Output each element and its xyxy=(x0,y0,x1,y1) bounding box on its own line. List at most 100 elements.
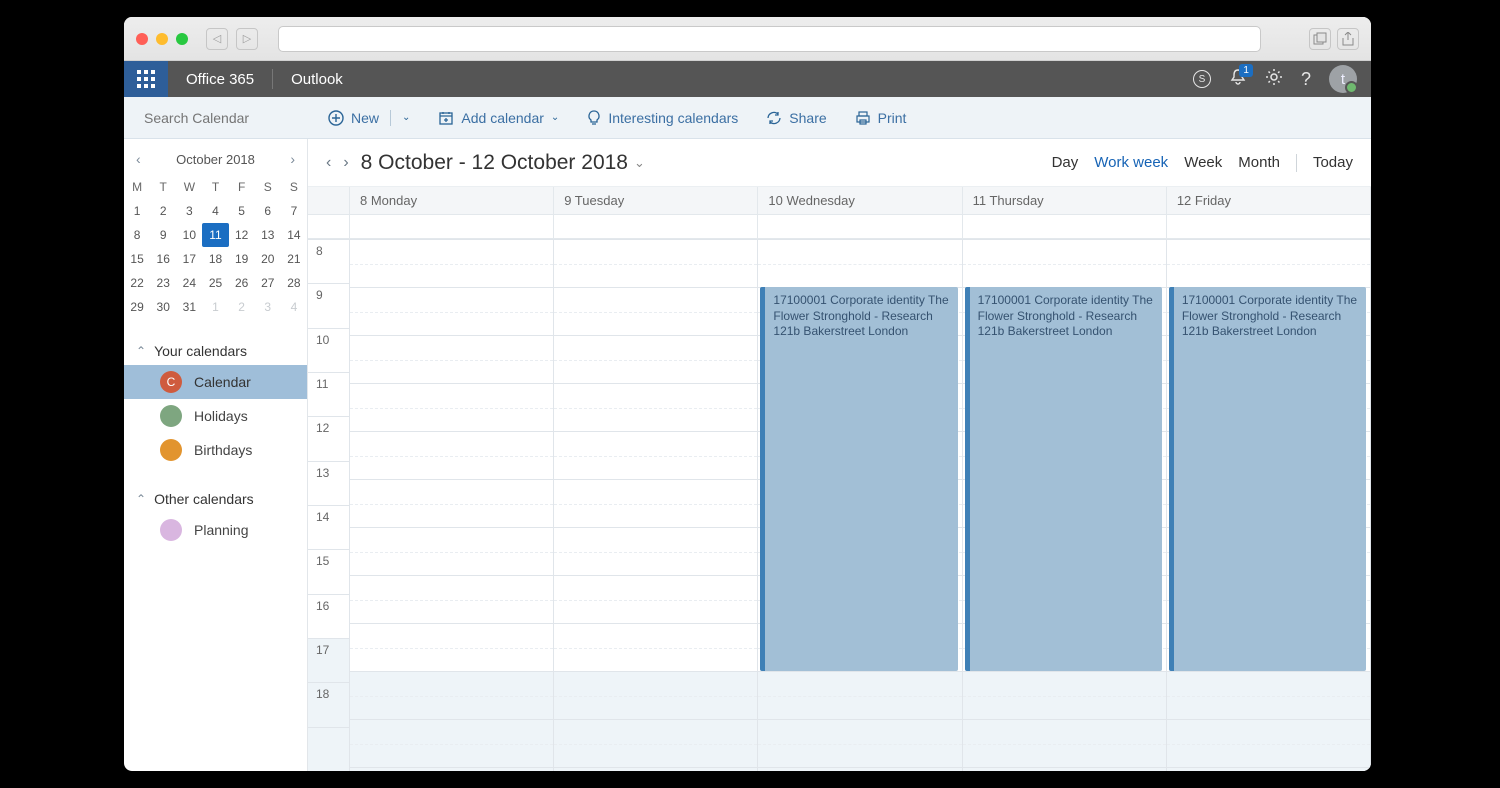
view-day[interactable]: Day xyxy=(1052,154,1079,171)
day-header[interactable]: 11 Thursday xyxy=(963,187,1167,214)
prev-range-button[interactable]: ‹ xyxy=(326,154,331,172)
app-launcher-button[interactable] xyxy=(124,61,168,97)
time-slot[interactable] xyxy=(350,335,553,383)
notifications-button[interactable]: 1 xyxy=(1229,68,1247,90)
day-column[interactable]: 17100001 Corporate identity The Flower S… xyxy=(963,239,1167,771)
time-slot[interactable] xyxy=(350,431,553,479)
time-slot[interactable] xyxy=(554,239,757,287)
calendar-event[interactable]: 17100001 Corporate identity The Flower S… xyxy=(760,287,957,671)
browser-back-button[interactable]: ◁ xyxy=(206,28,228,50)
time-slot[interactable] xyxy=(963,671,1166,719)
share-icon[interactable] xyxy=(1337,28,1359,50)
search-input[interactable] xyxy=(144,110,325,126)
your-calendars-header[interactable]: ⌃ Your calendars xyxy=(124,337,307,365)
print-button[interactable]: Print xyxy=(855,110,907,126)
time-slot[interactable] xyxy=(350,383,553,431)
view-today[interactable]: Today xyxy=(1313,154,1353,171)
time-slot[interactable] xyxy=(758,767,961,771)
prev-month-button[interactable]: ‹ xyxy=(136,151,141,167)
allday-cell[interactable] xyxy=(963,215,1167,239)
calendar-item[interactable]: Birthdays xyxy=(124,433,307,467)
mini-day-cell[interactable]: 10 xyxy=(176,223,202,247)
help-button[interactable]: ? xyxy=(1301,69,1311,90)
mini-day-cell[interactable]: 30 xyxy=(150,295,176,319)
mini-day-cell[interactable]: 9 xyxy=(150,223,176,247)
day-header[interactable]: 8 Monday xyxy=(350,187,554,214)
mini-day-cell[interactable]: 25 xyxy=(202,271,228,295)
mini-day-cell[interactable]: 1 xyxy=(124,199,150,223)
time-slot[interactable] xyxy=(554,767,757,771)
mini-day-cell[interactable]: 22 xyxy=(124,271,150,295)
mini-day-cell[interactable]: 15 xyxy=(124,247,150,271)
calendar-item[interactable]: CCalendar xyxy=(124,365,307,399)
mini-day-cell[interactable]: 3 xyxy=(176,199,202,223)
time-grid[interactable]: 89101112131415161718 17100001 Corporate … xyxy=(308,239,1371,771)
mini-day-cell[interactable]: 31 xyxy=(176,295,202,319)
time-slot[interactable] xyxy=(350,479,553,527)
time-slot[interactable] xyxy=(350,623,553,671)
day-column[interactable] xyxy=(554,239,758,771)
time-slot[interactable] xyxy=(554,719,757,767)
time-slot[interactable] xyxy=(554,431,757,479)
time-slot[interactable] xyxy=(554,527,757,575)
day-header[interactable]: 9 Tuesday xyxy=(554,187,758,214)
view-week[interactable]: Week xyxy=(1184,154,1222,171)
settings-button[interactable] xyxy=(1265,68,1283,90)
browser-forward-button[interactable]: ▷ xyxy=(236,28,258,50)
allday-cell[interactable] xyxy=(554,215,758,239)
time-slot[interactable] xyxy=(554,671,757,719)
view-month[interactable]: Month xyxy=(1238,154,1280,171)
allday-cell[interactable] xyxy=(1167,215,1371,239)
time-slot[interactable] xyxy=(350,575,553,623)
mini-day-cell[interactable]: 29 xyxy=(124,295,150,319)
mini-day-cell[interactable]: 19 xyxy=(229,247,255,271)
add-calendar-button[interactable]: Add calendar ⌄ xyxy=(438,110,559,126)
time-slot[interactable] xyxy=(1167,671,1370,719)
time-slot[interactable] xyxy=(758,671,961,719)
mini-day-cell[interactable]: 13 xyxy=(255,223,281,247)
next-month-button[interactable]: › xyxy=(290,151,295,167)
day-column[interactable]: 17100001 Corporate identity The Flower S… xyxy=(1167,239,1371,771)
mini-day-cell[interactable]: 5 xyxy=(229,199,255,223)
time-slot[interactable] xyxy=(554,479,757,527)
time-slot[interactable] xyxy=(758,719,961,767)
day-column[interactable] xyxy=(350,239,554,771)
day-column[interactable]: 17100001 Corporate identity The Flower S… xyxy=(758,239,962,771)
allday-cell[interactable] xyxy=(758,215,962,239)
mini-day-cell[interactable]: 4 xyxy=(202,199,228,223)
time-slot[interactable] xyxy=(350,287,553,335)
time-slot[interactable] xyxy=(554,335,757,383)
other-calendars-header[interactable]: ⌃ Other calendars xyxy=(124,485,307,513)
day-header[interactable]: 12 Friday xyxy=(1167,187,1371,214)
range-title-dropdown[interactable]: 8 October - 12 October 2018 ⌄ xyxy=(361,151,645,175)
brand-outlook[interactable]: Outlook xyxy=(291,71,343,88)
mini-day-cell[interactable]: 2 xyxy=(229,295,255,319)
mini-day-cell[interactable]: 2 xyxy=(150,199,176,223)
calendar-event[interactable]: 17100001 Corporate identity The Flower S… xyxy=(965,287,1162,671)
time-slot[interactable] xyxy=(963,767,1166,771)
mini-day-cell[interactable]: 14 xyxy=(281,223,307,247)
time-slot[interactable] xyxy=(350,767,553,771)
interesting-calendars-button[interactable]: Interesting calendars xyxy=(587,110,738,126)
tabs-icon[interactable] xyxy=(1309,28,1331,50)
new-button[interactable]: New ⌄ xyxy=(328,110,410,126)
share-button[interactable]: Share xyxy=(766,110,826,126)
time-slot[interactable] xyxy=(963,239,1166,287)
mini-day-cell[interactable]: 1 xyxy=(202,295,228,319)
mini-day-cell[interactable]: 8 xyxy=(124,223,150,247)
time-slot[interactable] xyxy=(758,239,961,287)
mini-day-cell[interactable]: 21 xyxy=(281,247,307,271)
calendar-event[interactable]: 17100001 Corporate identity The Flower S… xyxy=(1169,287,1366,671)
mini-day-cell[interactable]: 24 xyxy=(176,271,202,295)
close-window-button[interactable] xyxy=(136,33,148,45)
time-slot[interactable] xyxy=(554,575,757,623)
day-header[interactable]: 10 Wednesday xyxy=(758,187,962,214)
time-slot[interactable] xyxy=(350,719,553,767)
time-slot[interactable] xyxy=(1167,767,1370,771)
mini-day-cell[interactable]: 18 xyxy=(202,247,228,271)
time-slot[interactable] xyxy=(350,671,553,719)
search-calendar[interactable] xyxy=(124,109,308,127)
calendar-item[interactable]: Planning xyxy=(124,513,307,547)
time-slot[interactable] xyxy=(350,527,553,575)
time-slot[interactable] xyxy=(963,719,1166,767)
